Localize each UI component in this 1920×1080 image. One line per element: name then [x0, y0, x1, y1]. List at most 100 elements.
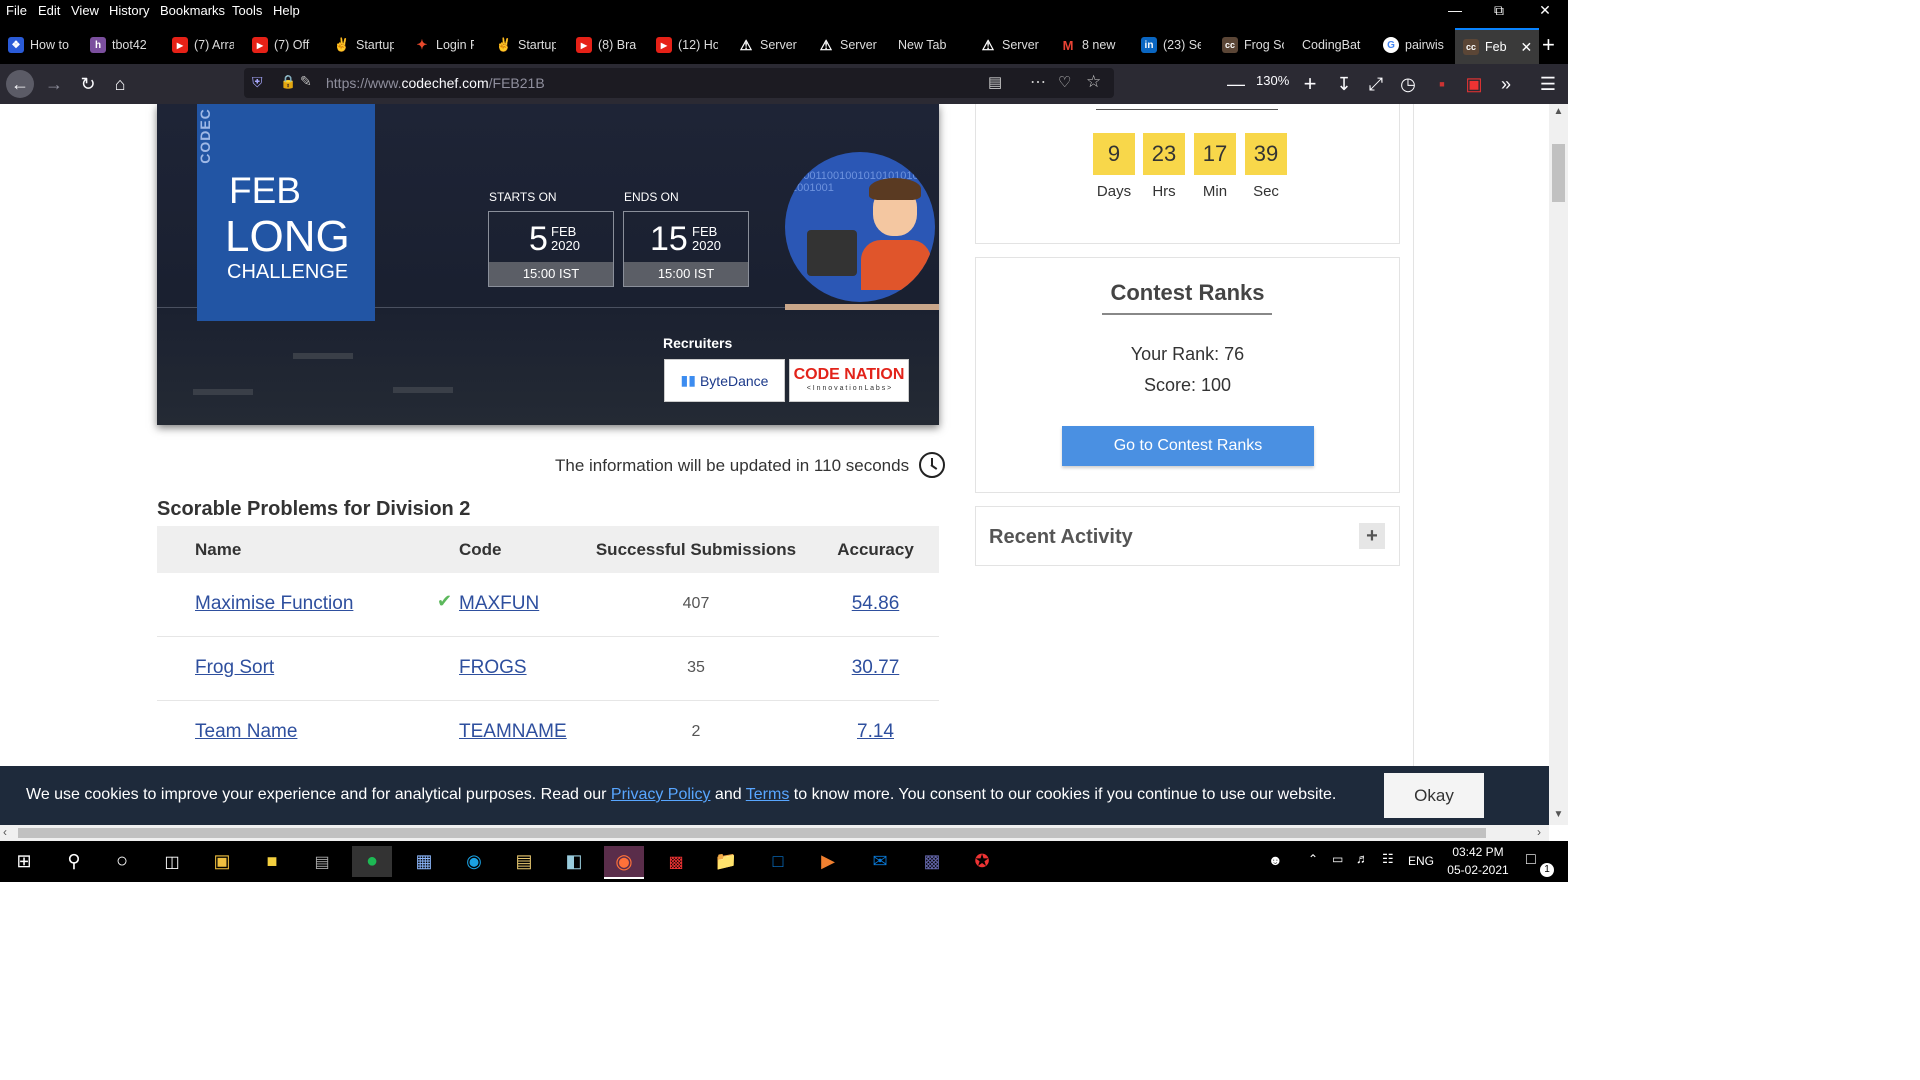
extension-icon[interactable]: ▣ — [1460, 70, 1488, 98]
notes-app-icon[interactable]: ▤ — [504, 846, 544, 877]
store-icon[interactable]: ▣ — [202, 846, 242, 877]
vertical-scroll-thumb[interactable] — [1552, 144, 1565, 202]
menu-edit[interactable]: Edit — [38, 3, 60, 18]
restore-button[interactable]: ⧉ — [1484, 2, 1514, 19]
tab-9[interactable]: ⚠ Server — [738, 28, 798, 62]
tab-6[interactable]: ✌ Startup — [496, 28, 556, 62]
menu-view[interactable]: View — [71, 3, 99, 18]
vertical-scrollbar[interactable]: ▲ ▼ — [1549, 104, 1568, 825]
tab-4[interactable]: ✌ Startup — [334, 28, 394, 62]
col-submissions-header[interactable]: Successful Submissions — [580, 526, 812, 573]
problem-link[interactable]: Frog Sort — [195, 657, 274, 678]
outlook-icon[interactable]: □ — [758, 846, 798, 877]
overflow-menu-icon[interactable]: » — [1492, 70, 1520, 98]
search-icon[interactable]: ⚲ — [54, 846, 94, 877]
shield-icon[interactable]: ⛨ — [252, 74, 263, 91]
media-player-icon[interactable]: ▶ — [808, 846, 848, 877]
scroll-down-arrow[interactable]: ▼ — [1549, 809, 1568, 820]
fullscreen-icon[interactable]: ⤢ — [1362, 70, 1390, 98]
accuracy-link[interactable]: 30.77 — [852, 657, 900, 678]
tab-2[interactable]: ▶ (7) Arra — [172, 28, 234, 62]
codenation-logo[interactable]: CODE NATION < I n n o v a t i o n L a b … — [789, 359, 909, 402]
accuracy-link[interactable]: 7.14 — [857, 721, 894, 742]
zoom-level[interactable]: 130% — [1256, 73, 1289, 88]
tab-15[interactable]: cc Frog So — [1222, 28, 1284, 62]
sticky-notes-icon[interactable]: ■ — [252, 846, 292, 877]
address-bar[interactable]: ⛨ 🔒 ✎ https://www.codechef.com/FEB21B ▤ … — [244, 68, 1114, 98]
scroll-left-arrow[interactable]: ‹ — [3, 825, 7, 839]
tab-active-feb[interactable]: cc Feb ✕ — [1455, 28, 1539, 64]
bookmark-star-icon[interactable]: ☆ — [1086, 72, 1101, 92]
tab-17[interactable]: Gpairwis — [1383, 28, 1445, 62]
problem-code-link[interactable]: FROGS — [459, 657, 527, 678]
teams-icon[interactable]: ▩ — [912, 846, 952, 877]
tray-chevron-icon[interactable]: ⌃ — [1308, 852, 1318, 866]
reload-button[interactable]: ↻ — [74, 70, 102, 98]
menu-history[interactable]: History — [109, 3, 149, 18]
task-view-icon[interactable]: ◫ — [152, 846, 192, 877]
tab-0[interactable]: ❖ How to — [8, 28, 70, 62]
clock-date[interactable]: 05-02-2021 — [1440, 863, 1516, 877]
tab-8[interactable]: ▶ (12) Ho — [656, 28, 718, 62]
firefox-icon[interactable]: ◉ — [604, 846, 644, 879]
cortana-icon[interactable]: ○ — [102, 846, 142, 877]
horizontal-scrollbar[interactable]: ‹ › — [0, 825, 1549, 841]
expand-recent-activity-button[interactable]: + — [1359, 523, 1385, 549]
eraser-app-icon[interactable]: ◧ — [554, 846, 594, 877]
spotify-icon[interactable]: ● — [352, 846, 392, 877]
minimize-button[interactable]: — — [1440, 2, 1470, 18]
menu-file[interactable]: File — [6, 3, 27, 18]
file-explorer-icon[interactable]: 📁 — [706, 846, 746, 877]
close-window-button[interactable]: ✕ — [1530, 2, 1560, 19]
fb-app-icon[interactable]: ◉ — [454, 846, 494, 877]
scroll-up-arrow[interactable]: ▲ — [1549, 106, 1568, 117]
wifi-icon[interactable]: ☷ — [1382, 851, 1394, 867]
menu-tools[interactable]: Tools — [232, 3, 262, 18]
battery-icon[interactable]: ▭ — [1332, 852, 1343, 866]
tab-7[interactable]: ▶ (8) Bra — [576, 28, 638, 62]
calculator-icon[interactable]: ▦ — [404, 846, 444, 877]
tab-3[interactable]: ▶ (7) Off — [252, 28, 314, 62]
tab-11[interactable]: New Tab — [898, 28, 960, 62]
horizontal-scroll-thumb[interactable] — [18, 828, 1486, 838]
app-icon[interactable]: ✪ — [962, 846, 1002, 877]
cookie-okay-button[interactable]: Okay — [1384, 773, 1484, 818]
menu-help[interactable]: Help — [273, 3, 300, 18]
tab-1[interactable]: h tbot42 — [90, 28, 154, 62]
privacy-policy-link[interactable]: Privacy Policy — [611, 786, 711, 803]
pocket-icon[interactable]: ♡ — [1058, 73, 1071, 91]
notification-icon[interactable]: □ — [1526, 851, 1536, 869]
zoom-out-button[interactable]: — — [1222, 70, 1250, 98]
language-indicator[interactable]: ENG — [1408, 854, 1434, 868]
forward-button[interactable]: → — [40, 70, 68, 98]
tab-16[interactable]: CodingBat — [1302, 28, 1366, 62]
tab-13[interactable]: M 8 new — [1060, 28, 1120, 62]
new-tab-button[interactable]: + — [1542, 32, 1555, 58]
permissions-icon[interactable]: ✎ — [300, 73, 312, 90]
photos-app-icon[interactable]: ▩ — [656, 846, 696, 877]
downloads-icon[interactable]: ↧ — [1330, 70, 1358, 98]
problem-code-link[interactable]: TEAMNAME — [459, 721, 567, 742]
col-code-header[interactable]: Code — [458, 526, 580, 573]
clock-time[interactable]: 03:42 PM — [1440, 845, 1516, 859]
tab-5[interactable]: ✦ Login F — [414, 28, 474, 62]
problem-link[interactable]: Maximise Function — [195, 593, 353, 614]
volume-icon[interactable]: ♬ — [1356, 851, 1369, 866]
scroll-right-arrow[interactable]: › — [1537, 825, 1541, 839]
terms-link[interactable]: Terms — [746, 786, 790, 803]
accuracy-link[interactable]: 54.86 — [852, 593, 900, 614]
home-button[interactable]: ⌂ — [106, 70, 134, 98]
problem-link[interactable]: Team Name — [195, 721, 297, 742]
people-icon[interactable]: ☻ — [1268, 852, 1283, 868]
go-to-contest-ranks-button[interactable]: Go to Contest Ranks — [1062, 426, 1314, 466]
tab-12[interactable]: ⚠ Server — [980, 28, 1042, 62]
menu-bookmarks[interactable]: Bookmarks — [160, 3, 225, 18]
problem-code-link[interactable]: MAXFUN — [459, 593, 539, 614]
windows-start-icon[interactable]: ⊞ — [4, 846, 44, 877]
more-actions-icon[interactable]: ⋯ — [1030, 72, 1046, 92]
bytedance-logo[interactable]: ▮▮ ByteDance — [664, 359, 785, 402]
col-accuracy-header[interactable]: Accuracy — [812, 526, 939, 573]
hamburger-menu-icon[interactable]: ☰ — [1534, 70, 1562, 98]
col-name-header[interactable]: Name — [157, 526, 458, 573]
history-icon[interactable]: ◷ — [1394, 70, 1422, 98]
